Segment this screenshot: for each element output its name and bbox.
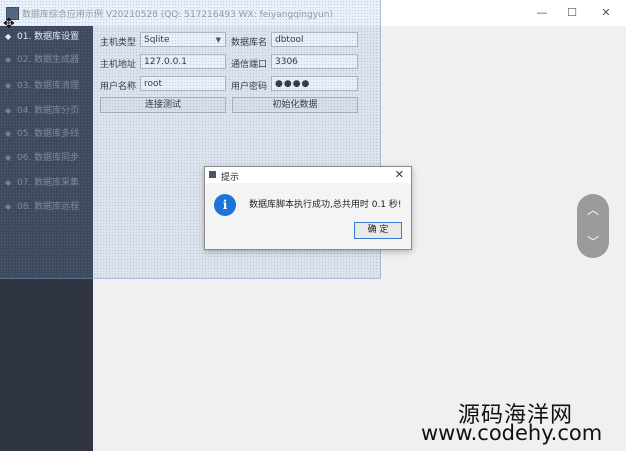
app-icon: [209, 171, 216, 178]
ok-button[interactable]: 确 定: [354, 222, 402, 239]
info-icon: i: [214, 194, 236, 216]
sidebar-item-label: 08. 数据库远程: [17, 202, 80, 212]
sidebar-item-label: 07. 数据库采集: [17, 178, 80, 188]
scroll-down-button[interactable]: ﹀: [586, 235, 600, 249]
close-button[interactable]: ✕: [592, 4, 620, 22]
scroll-up-button[interactable]: ︿: [586, 203, 600, 217]
window-title: 数据库综合应用示例 V20210528 (QQ: 517216493 WX: f…: [22, 10, 333, 20]
db-name-input[interactable]: dbtool: [271, 32, 358, 47]
sidebar-item-data-generator[interactable]: ◆ 02. 数据生成器: [0, 49, 93, 71]
username-input[interactable]: root: [140, 76, 226, 91]
password-label: 用户密码: [231, 82, 268, 92]
sidebar-item-label: 03. 数据库清理: [17, 81, 80, 91]
password-input[interactable]: ●●●●: [271, 76, 358, 91]
sidebar-item-db-cleanup[interactable]: ◆ 03. 数据库清理: [0, 75, 93, 97]
chevron-right-icon: ◆: [5, 55, 12, 64]
sidebar-item-label: 06. 数据库同步: [17, 153, 80, 163]
sidebar-item-db-paging[interactable]: ◆ 04. 数据库分页: [0, 100, 93, 122]
dialog-title: 提示: [221, 173, 240, 183]
watermark-url: www.codehy.com: [421, 421, 603, 445]
chevron-down-icon: ▼: [215, 36, 221, 44]
chevron-right-icon: ◆: [5, 81, 12, 90]
dialog-message: 数据库脚本执行成功,总共用时 0.1 秒!: [249, 200, 402, 210]
host-addr-label: 主机地址: [100, 60, 137, 70]
host-type-value: Sqlite: [144, 35, 170, 45]
username-label: 用户名称: [100, 82, 137, 92]
port-label: 通信端口: [231, 60, 268, 70]
sidebar-item-db-multithread[interactable]: ◆ 05. 数据库多线: [0, 123, 93, 145]
sidebar: ◆ 01. 数据库设置 ◆ 02. 数据生成器 ◆ 03. 数据库清理 ◆ 04…: [0, 26, 93, 451]
maximize-button[interactable]: ☐: [558, 4, 586, 22]
window-titlebar: 数据库综合应用示例 V20210528 (QQ: 517216493 WX: f…: [0, 0, 626, 27]
host-addr-input[interactable]: 127.0.0.1: [140, 54, 226, 69]
sidebar-item-db-collect[interactable]: ◆ 07. 数据库采集: [0, 172, 93, 194]
chevron-right-icon: ◆: [5, 202, 12, 211]
chevron-right-icon: ◆: [5, 178, 12, 187]
chevron-right-icon: ◆: [5, 153, 12, 162]
sidebar-item-db-remote[interactable]: ◆ 08. 数据库远程: [0, 196, 93, 218]
minimize-button[interactable]: —: [528, 4, 556, 22]
dialog-titlebar: 提示 ✕: [205, 167, 411, 183]
message-dialog: 提示 ✕ i 数据库脚本执行成功,总共用时 0.1 秒! 确 定: [204, 166, 412, 250]
db-name-label: 数据库名: [231, 38, 268, 48]
sidebar-item-label: 02. 数据生成器: [17, 55, 80, 65]
sidebar-item-db-sync[interactable]: ◆ 06. 数据库同步: [0, 147, 93, 169]
scroll-pill: ︿ ﹀: [577, 194, 609, 258]
host-type-select[interactable]: Sqlite ▼: [140, 32, 226, 47]
sidebar-item-label: 05. 数据库多线: [17, 129, 80, 139]
init-data-button[interactable]: 初始化数据: [232, 97, 358, 113]
connection-test-button[interactable]: 连接测试: [100, 97, 226, 113]
chevron-right-icon: ◆: [5, 106, 12, 115]
sidebar-item-label: 04. 数据库分页: [17, 106, 80, 116]
move-cursor-icon: ✥: [3, 16, 15, 32]
chevron-right-icon: ◆: [5, 129, 12, 138]
dialog-close-button[interactable]: ✕: [395, 168, 404, 181]
port-input[interactable]: 3306: [271, 54, 358, 69]
host-type-label: 主机类型: [100, 38, 137, 48]
sidebar-item-label: 01. 数据库设置: [17, 32, 80, 42]
